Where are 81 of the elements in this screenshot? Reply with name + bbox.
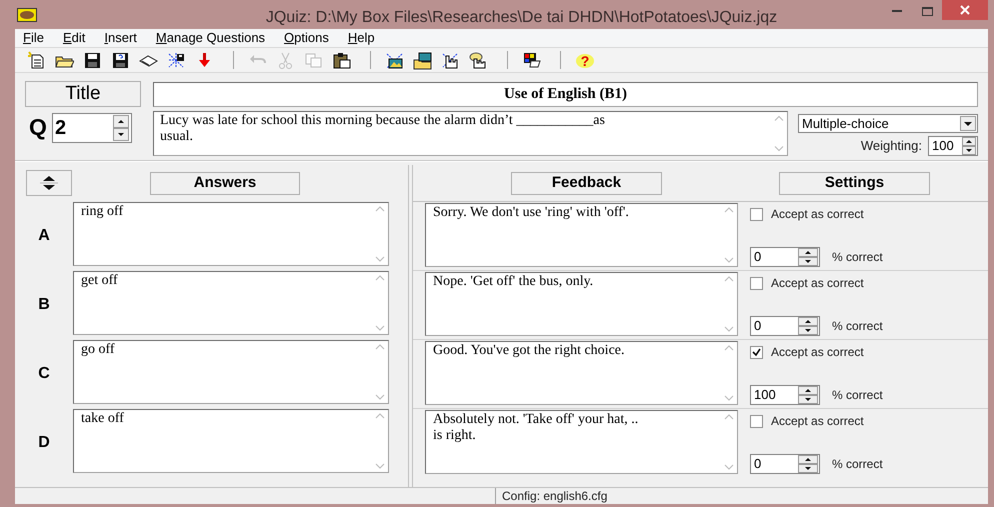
accept-label: Accept as correct (771, 206, 864, 223)
spin-arrows-icon (798, 317, 818, 335)
answer-text: ring off (80, 203, 124, 221)
feedback-field[interactable]: Absolutely not. 'Take off' your hat, .. is right. (425, 410, 738, 474)
weighting-label: Weighting: (860, 137, 922, 156)
folder-picture-icon (412, 50, 432, 70)
menu-item[interactable]: Manage Questions (156, 28, 266, 48)
answers-button[interactable]: Answers (150, 172, 300, 194)
menu-item[interactable]: Help (348, 28, 375, 48)
question-label: Q (28, 113, 48, 141)
question-number: 2 (54, 116, 68, 141)
status-bar-text: Config: english6.cfg (495, 488, 608, 504)
clipboard-icon (332, 50, 350, 70)
app-icon (17, 8, 37, 22)
answer-letter: B (37, 295, 51, 315)
settings-window-icon (522, 50, 540, 70)
accept-checkbox[interactable] (750, 414, 763, 428)
feedback-text: Sorry. We don't use 'ring' with 'off'. (432, 204, 630, 222)
web-grid-icon (166, 50, 186, 70)
spin-arrows-icon (798, 455, 818, 473)
answer-field[interactable]: take off (73, 409, 389, 473)
maximize-icon (922, 6, 932, 16)
pointing-hand-icon (468, 50, 488, 70)
percent-label: % correct (832, 318, 883, 335)
close-icon (960, 5, 970, 15)
feedback-field[interactable]: Good. You've got the right choice. (425, 341, 738, 405)
answer-letter: D (37, 433, 51, 453)
accept-checkbox[interactable] (750, 276, 763, 290)
percent-label: % correct (832, 249, 883, 266)
accept-checkbox[interactable] (750, 208, 763, 220)
question-number-spinner[interactable]: 2 (52, 113, 132, 143)
question-text-field[interactable]: Lucy was late for school this morning because the alarm didn’t ___________as usual. (153, 111, 788, 156)
web-hand-icon (440, 50, 460, 70)
folder-picture-button[interactable] (411, 50, 433, 70)
feedback-text: Absolutely not. 'Take off' your hat, .. is right. (432, 411, 640, 445)
feedback-button[interactable]: Feedback (511, 172, 662, 194)
menu-item[interactable]: Edit (62, 28, 86, 48)
minimize-icon (892, 10, 902, 12)
accept-label: Accept as correct (771, 275, 864, 292)
window-title: JQuiz: D:\My Box Files\Researches\De tai DHDN\HotPotatoes\JQuiz.jqz (264, 8, 778, 28)
answer-text: take off (80, 410, 125, 428)
answer-text: go off (80, 341, 116, 359)
answer-letter: A (37, 226, 51, 246)
percent-spinner[interactable]: 0 (750, 454, 820, 474)
answer-text: get off (80, 272, 119, 290)
up-down-arrows-icon (40, 174, 58, 192)
new-document-icon (26, 50, 46, 70)
settings-button[interactable]: Settings (779, 172, 930, 194)
accept-label: Accept as correct (771, 344, 864, 361)
spin-arrows-icon (962, 137, 976, 155)
answer-field[interactable]: ring off (73, 202, 389, 266)
feedback-text: Nope. 'Get off' the bus, only. (432, 273, 594, 291)
feedback-field[interactable]: Sorry. We don't use 'ring' with 'off'. (425, 203, 738, 267)
accept-label: Accept as correct (771, 413, 864, 430)
percent-spinner[interactable]: 0 (750, 247, 820, 267)
feedback-text: Good. You've got the right choice. (432, 342, 626, 360)
web-picture-icon (384, 50, 404, 70)
menu-item[interactable]: File (23, 28, 44, 48)
reorder-button[interactable] (26, 170, 72, 196)
question-type-dropdown[interactable]: Multiple-choice (798, 114, 978, 133)
question-text: Lucy was late for school this morning because the alarm didn’t ___________as usual. (159, 112, 606, 146)
copy-icon (304, 50, 322, 70)
answer-field[interactable]: get off (73, 271, 389, 335)
answer-letter: C (37, 364, 51, 384)
menu-item[interactable]: Insert (104, 28, 137, 48)
spin-arrows-icon (798, 248, 818, 266)
percent-spinner[interactable]: 100 (750, 385, 820, 405)
checkmark-icon (752, 348, 761, 356)
weighting-spinner[interactable]: 100 (928, 136, 978, 156)
feedback-field[interactable]: Nope. 'Get off' the bus, only. (425, 272, 738, 336)
percent-spinner[interactable]: 0 (750, 316, 820, 336)
spin-arrows-icon (798, 386, 818, 404)
title-field[interactable]: Use of English (B1) (153, 82, 978, 106)
accept-checkbox[interactable] (750, 346, 763, 358)
title-button[interactable]: Title (25, 81, 141, 107)
percent-label: % correct (832, 456, 883, 473)
answer-field[interactable]: go off (73, 340, 389, 404)
percent-label: % correct (832, 387, 883, 404)
spin-arrows-icon (113, 115, 129, 141)
menu-item[interactable]: Options (284, 28, 329, 48)
close-button[interactable] (942, 0, 988, 20)
